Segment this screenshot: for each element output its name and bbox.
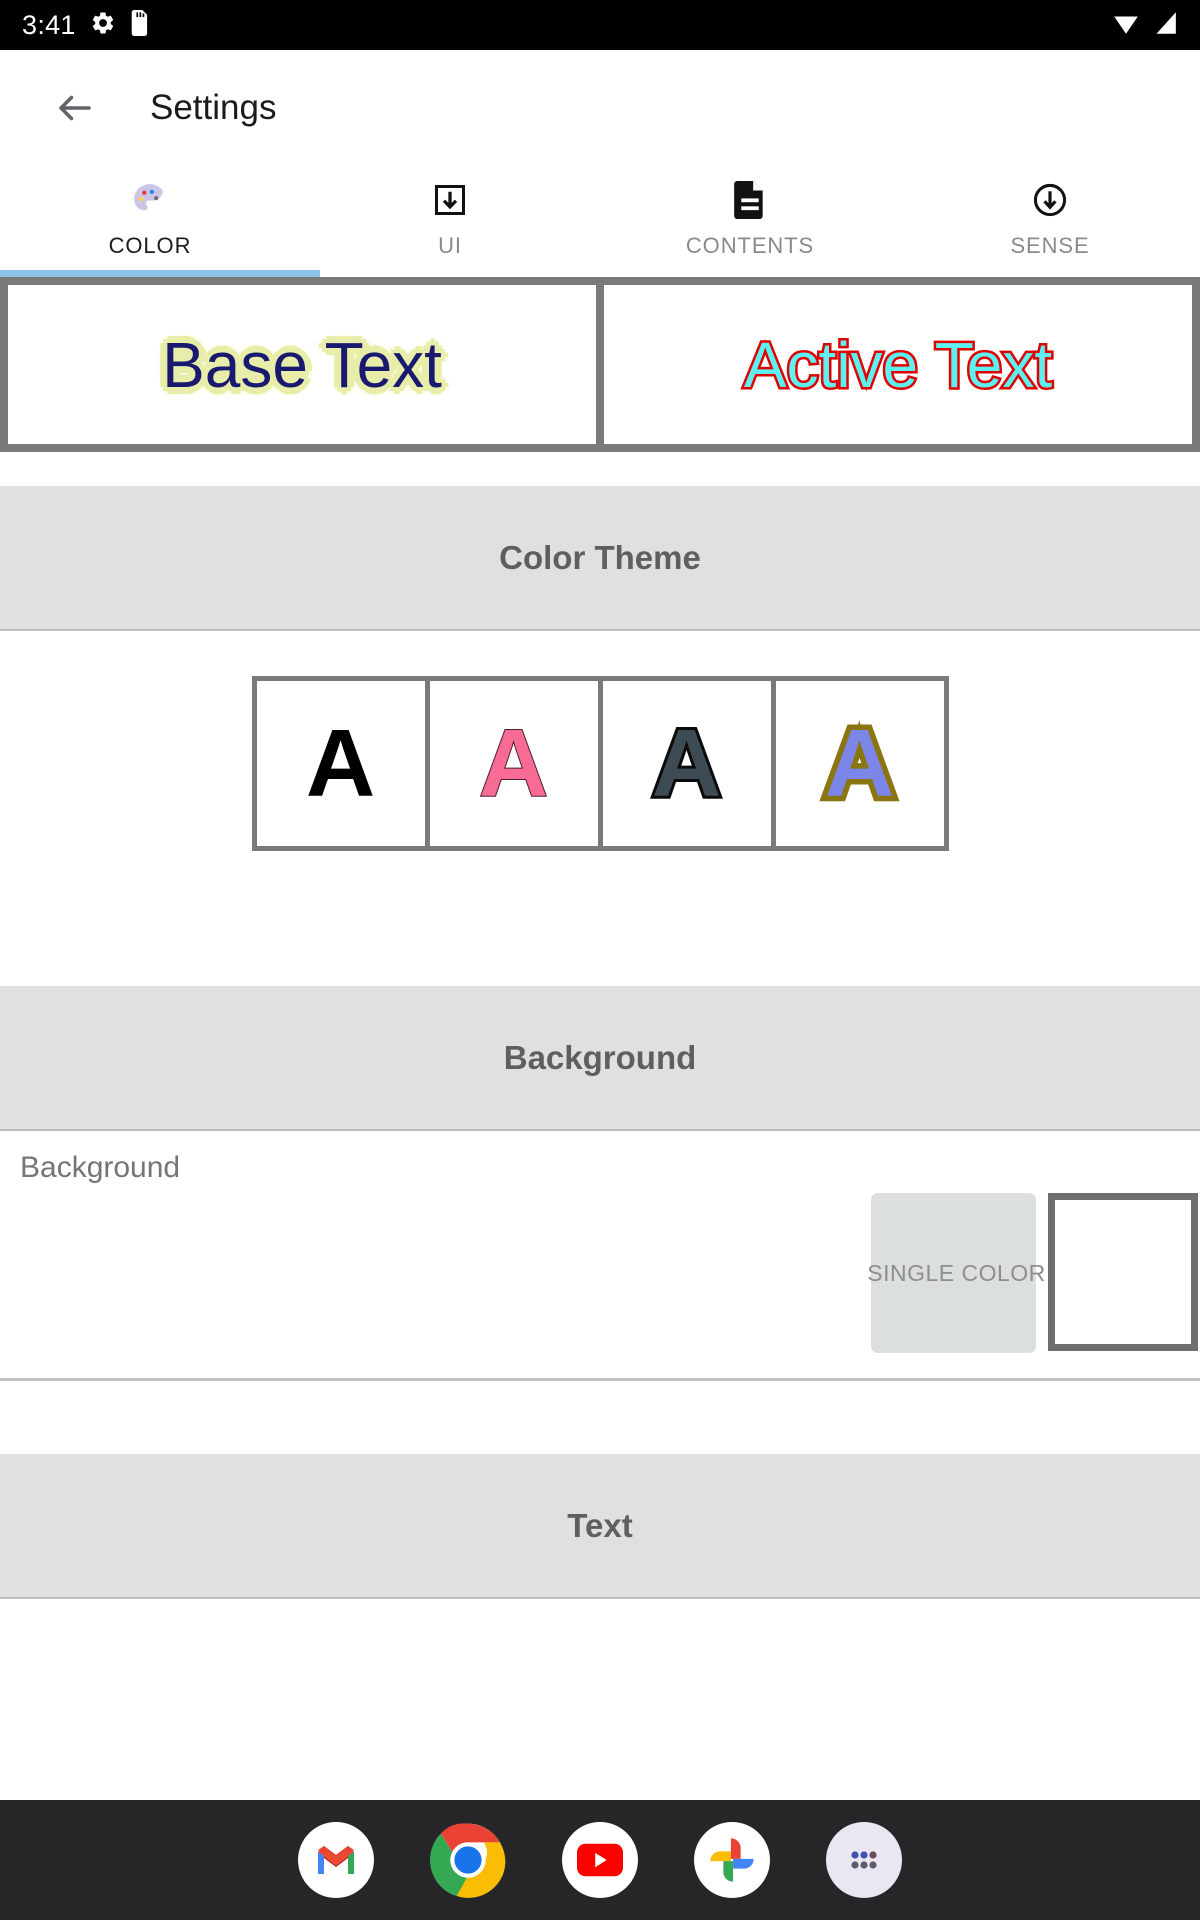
app-drawer-icon [851,1851,877,1869]
tab-contents[interactable]: CONTENTS [600,165,900,277]
dock [0,1800,1200,1920]
wifi-icon [1112,10,1140,41]
single-color-button[interactable]: SINGLE COLOR [867,1193,1045,1353]
google-photos-icon [710,1838,754,1882]
dock-chrome[interactable] [430,1822,506,1898]
spacer-after-preview [0,452,1200,486]
base-text-preview[interactable]: Base Text [8,285,596,444]
tab-ui[interactable]: UI [300,165,600,277]
tab-label-sense: SENSE [1010,233,1090,258]
back-button[interactable] [46,79,104,137]
section-header-text: Text [0,1454,1200,1599]
text-preview-row: Base Text Active Text [0,277,1200,452]
tab-color[interactable]: COLOR [0,165,300,277]
spacer-after-background [0,1381,1200,1454]
document-icon [733,177,767,223]
status-bar-right [1112,10,1178,41]
theme-swatch-1[interactable]: A [429,681,598,846]
tab-sense[interactable]: SENSE [900,165,1200,277]
circle-arrow-down-icon [1031,177,1069,223]
theme-glyph: A [478,709,549,817]
theme-glyph: A [305,709,376,817]
section-header-background: Background [0,986,1200,1131]
theme-swatch-2[interactable]: A [602,681,771,846]
gear-icon [90,10,116,41]
background-setting-row[interactable]: Background SINGLE COLOR [0,1131,1200,1381]
tab-label-color: COLOR [108,233,192,258]
background-row-label: Background [20,1151,181,1184]
tab-label-ui: UI [438,233,462,258]
dock-gmail[interactable] [298,1822,374,1898]
dock-app-drawer[interactable] [826,1822,902,1898]
dock-youtube[interactable] [562,1822,638,1898]
sd-card-icon [130,9,150,41]
status-bar: 3:41 [0,0,1200,50]
color-theme-swatch-strip: A A A A [251,676,949,851]
active-text-sample: Active Text [741,326,1054,403]
section-header-color-theme: Color Theme [0,486,1200,631]
page-title: Settings [150,87,277,127]
gmail-icon [318,1846,354,1874]
spacer-after-themes [0,896,1200,986]
theme-swatch-0[interactable]: A [256,681,425,846]
status-bar-left: 3:41 [22,9,150,41]
background-controls: SINGLE COLOR [867,1193,1198,1353]
signal-icon [1150,10,1178,41]
app-bar: Settings [0,50,1200,165]
dock-google-photos[interactable] [694,1822,770,1898]
theme-glyph: A [819,709,899,817]
download-box-icon [432,177,468,223]
color-theme-swatch-area: A A A A [0,631,1200,896]
chrome-icon [430,1823,506,1898]
theme-swatch-3[interactable]: A [775,681,944,846]
single-color-button-label: SINGLE COLOR [867,1259,1046,1286]
theme-glyph: A [649,709,724,817]
tab-bar: COLOR UI CONTENTS SENSE [0,165,1200,277]
back-arrow-icon [59,95,91,120]
youtube-icon [577,1843,623,1877]
tab-label-contents: CONTENTS [685,233,815,258]
background-color-preview[interactable] [1048,1193,1198,1351]
base-text-sample: Base Text [162,328,442,401]
status-time: 3:41 [22,9,76,40]
active-text-preview[interactable]: Active Text [604,285,1192,444]
tab-active-indicator [0,270,320,277]
palette-icon [131,177,169,223]
